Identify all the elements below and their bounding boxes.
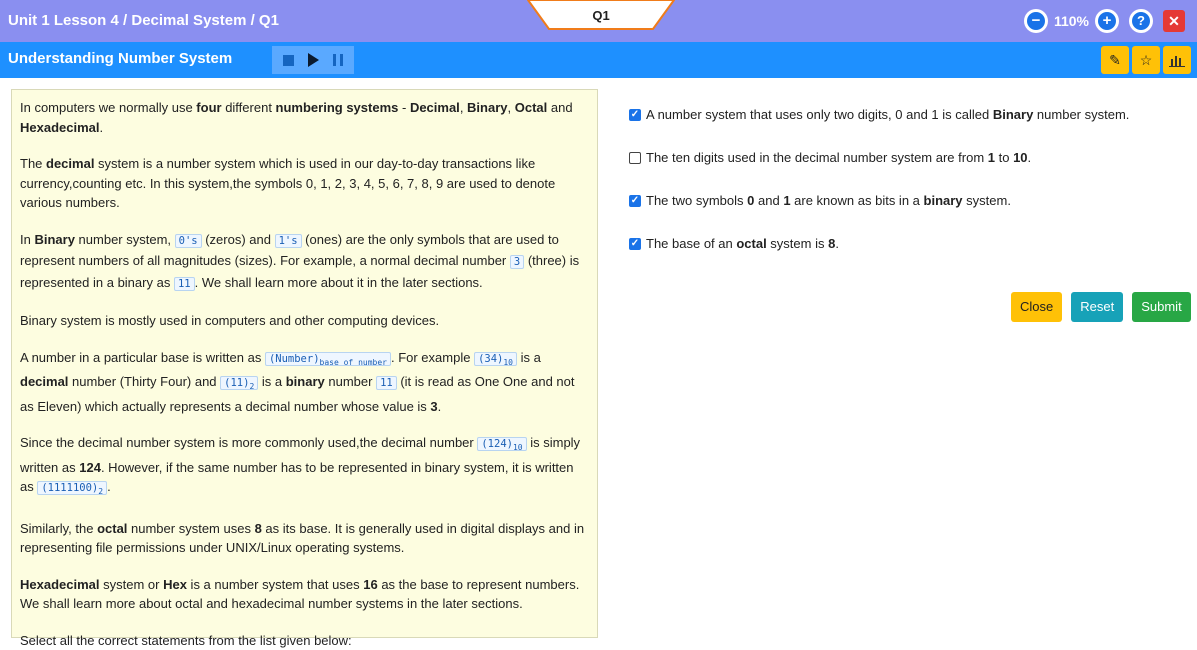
sub-header: Understanding Number System ✎ ☆ [0, 42, 1197, 78]
submit-button[interactable]: Submit [1132, 292, 1191, 322]
option-4[interactable]: The base of an octal system is 8. [629, 236, 839, 251]
option-label: The two symbols 0 and 1 are known as bit… [646, 193, 1011, 208]
minus-icon: − [1026, 12, 1045, 30]
play-icon[interactable] [308, 53, 319, 67]
question-icon: ? [1132, 12, 1150, 30]
option-checkbox[interactable] [629, 194, 641, 207]
lesson-paragraph-4: Binary system is mostly used in computer… [20, 313, 440, 328]
close-button[interactable]: Close [1011, 292, 1063, 322]
pencil-icon: ✎ [1109, 51, 1121, 68]
zoom-out-button[interactable]: − [1023, 9, 1048, 33]
reset-button[interactable]: Reset [1071, 292, 1124, 322]
option-1[interactable]: A number system that uses only two digit… [629, 107, 1129, 122]
option-checkbox[interactable] [629, 108, 641, 121]
code-snippet: 1's [274, 233, 302, 248]
lesson-paragraph-7: Similarly, the octal number system uses … [20, 520, 585, 556]
chart-icon [1169, 56, 1185, 67]
zoom-level: 110% [1053, 13, 1089, 29]
lesson-title: Understanding Number System [8, 50, 233, 67]
lesson-paragraph-8: Hexadecimal system or Hex is a number sy… [20, 576, 580, 612]
code-snippet: 0's [174, 233, 202, 248]
code-snippet: 3 [509, 255, 525, 269]
pause-icon[interactable] [333, 54, 343, 66]
option-3[interactable]: The two symbols 0 and 1 are known as bit… [629, 193, 1011, 208]
lesson-panel: In computers we normally use four differ… [11, 89, 598, 648]
option-label: A number system that uses only two digit… [646, 107, 1130, 122]
code-snippet: (Number)base of number [264, 351, 391, 367]
top-bar: Unit 1 Lesson 4 / Decimal System / Q1 Q1… [0, 0, 1197, 42]
option-label: The base of an octal system is 8. [646, 236, 839, 251]
edit-button[interactable]: ✎ [1101, 46, 1129, 74]
code-snippet: (124)10 [477, 437, 527, 452]
lesson-paragraph-6: Since the decimal number system is more … [20, 435, 581, 497]
zoom-controls: − 110% + ? ✕ [1023, 9, 1185, 33]
option-2[interactable]: The ten digits used in the decimal numbe… [629, 150, 1031, 165]
question-tab[interactable]: Q1 [527, 0, 675, 30]
stop-icon[interactable] [283, 54, 294, 66]
close-icon: ✕ [1168, 13, 1180, 29]
zoom-in-button[interactable]: + [1095, 9, 1119, 33]
question-tab-label: Q1 [592, 8, 610, 23]
action-buttons: Close Reset Submit [1011, 292, 1191, 322]
help-button[interactable]: ? [1129, 9, 1153, 33]
lesson-paragraph-3: In Binary number system, 0's (zeros) and… [20, 231, 580, 291]
stats-button[interactable] [1163, 46, 1191, 74]
breadcrumb: Unit 1 Lesson 4 / Decimal System / Q1 [8, 12, 279, 29]
code-snippet: 11 [173, 276, 195, 291]
code-snippet: 11 [376, 376, 397, 391]
media-controls [272, 46, 354, 74]
plus-icon: + [1098, 12, 1116, 30]
lesson-instruction: Select all the correct statements from t… [20, 632, 352, 648]
lesson-paragraph-5: A number in a particular base is written… [20, 349, 575, 414]
star-icon: ☆ [1139, 51, 1153, 68]
lesson-paragraph-1: In computers we normally use four differ… [20, 100, 573, 135]
option-label: The ten digits used in the decimal numbe… [646, 150, 1032, 165]
option-checkbox[interactable] [629, 151, 641, 164]
tool-buttons: ✎ ☆ [1101, 46, 1191, 74]
code-snippet: (34)10 [474, 351, 517, 367]
favorite-button[interactable]: ☆ [1132, 46, 1160, 74]
lesson-paragraph-2: The decimal system is a number system wh… [20, 156, 556, 210]
close-window-button[interactable]: ✕ [1163, 10, 1185, 32]
code-snippet: (11)2 [220, 376, 259, 391]
code-snippet: (1111100)2 [37, 481, 108, 496]
option-checkbox[interactable] [629, 237, 641, 250]
